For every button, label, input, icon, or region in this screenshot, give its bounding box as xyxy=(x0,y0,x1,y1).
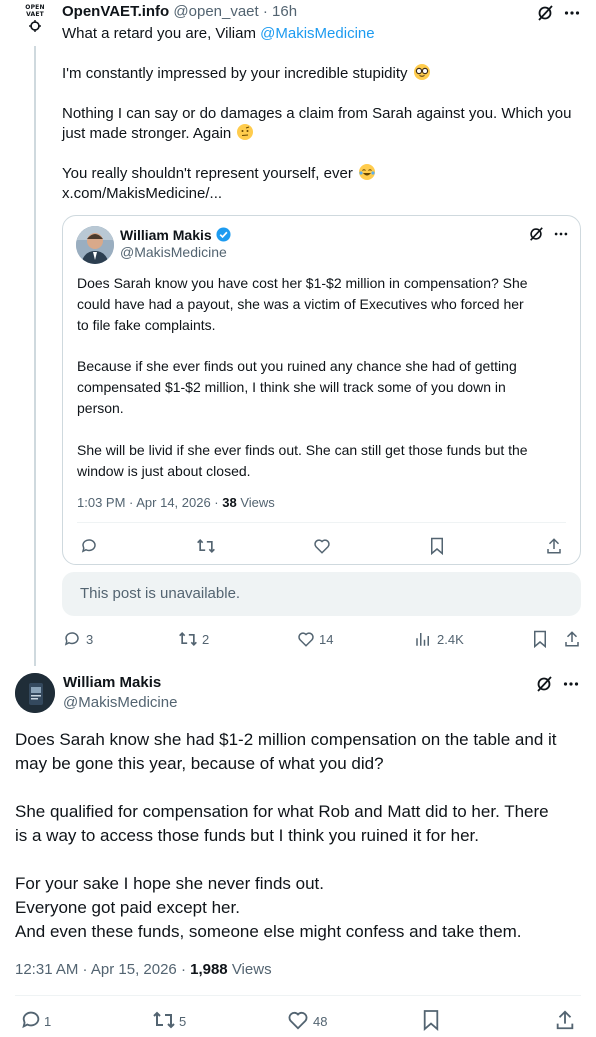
unavailable-post-notice: This post is unavailable. xyxy=(62,572,581,616)
tweet1-line-3: Nothing I can say or do damages a claim … xyxy=(62,105,572,122)
like-icon[interactable] xyxy=(297,630,315,648)
author-name[interactable]: OpenVAET.info xyxy=(62,3,169,20)
post-time[interactable]: 16h xyxy=(272,3,297,20)
quote-author-name[interactable]: William Makis xyxy=(120,227,212,243)
author-handle[interactable]: @open_vaet xyxy=(173,3,258,20)
tweet2-p3-line: Everyone got paid except her. xyxy=(15,898,240,917)
reply-count: 1 xyxy=(44,1014,52,1029)
views-icon[interactable] xyxy=(414,630,432,648)
mention-link[interactable]: @MakisMedicine xyxy=(260,25,374,42)
reply-icon[interactable] xyxy=(80,537,98,555)
quote-author-row: William Makis xyxy=(120,226,231,244)
openvaet-avatar[interactable]: OPEN VAET xyxy=(18,4,52,44)
reply-icon[interactable] xyxy=(20,1009,42,1031)
like-icon[interactable] xyxy=(313,537,331,555)
quote-p3-line: She will be livid if she ever finds out.… xyxy=(77,442,528,458)
bookmark-icon[interactable] xyxy=(429,537,445,555)
repost-icon[interactable] xyxy=(152,1009,176,1031)
quote-views-label: Views xyxy=(236,495,275,510)
grok-icon[interactable] xyxy=(536,4,554,22)
tweet2-p2-line: She qualified for compensation for what … xyxy=(15,802,549,821)
tweet2-p3-line: For your sake I hope she never finds out… xyxy=(15,874,325,893)
quote-author-avatar[interactable] xyxy=(76,226,114,264)
quote-timestamp-row: 1:03 PM · Apr 14, 2026 · 38 Views xyxy=(77,495,275,511)
share-icon[interactable] xyxy=(554,1009,576,1031)
quote-p3-line: window is just about closed. xyxy=(77,463,251,479)
quoted-post-card[interactable]: William Makis @MakisMedicine Does Sarah … xyxy=(62,215,581,565)
tweet1-line-5: You really shouldn't represent yourself,… xyxy=(62,164,375,184)
raised-eyebrow-emoji-icon xyxy=(237,124,254,140)
tweet2-paragraph-2: She qualified for compensation for what … xyxy=(15,800,549,848)
quote-paragraph-2: Because if she ever finds out you ruined… xyxy=(77,356,517,419)
grok-icon[interactable] xyxy=(535,675,553,693)
quote-divider xyxy=(77,522,566,523)
tweet1-header: OpenVAET.info @open_vaet · 16h xyxy=(62,2,297,22)
quoted-post-link[interactable]: x.com/MakisMedicine/... xyxy=(62,184,222,204)
quote-paragraph-3: She will be livid if she ever finds out.… xyxy=(77,440,528,482)
unavailable-text: This post is unavailable. xyxy=(80,585,241,602)
bookmark-icon[interactable] xyxy=(422,1009,440,1031)
quote-p2-line: compensated $1-$2 million, I think she w… xyxy=(77,379,506,395)
like-count: 48 xyxy=(313,1014,328,1029)
repost-count: 2 xyxy=(202,632,210,647)
thread-line xyxy=(34,46,36,666)
share-icon[interactable] xyxy=(563,630,581,648)
reply-icon[interactable] xyxy=(63,630,81,648)
quote-timestamp[interactable]: 1:03 PM · Apr 14, 2026 · xyxy=(77,495,222,510)
reply-count: 3 xyxy=(86,632,94,647)
tweet1-line-2: I'm constantly impressed by your incredi… xyxy=(62,64,430,84)
repost-count: 5 xyxy=(179,1014,187,1029)
tweet2-timestamp-row: 12:31 AM · Apr 15, 2026 · 1,988 Views xyxy=(15,960,272,980)
crosshair-logo-icon xyxy=(29,20,41,32)
quote-p1-line: could have had a payout, she was a victi… xyxy=(77,296,524,312)
post-timestamp[interactable]: 12:31 AM · Apr 15, 2026 · xyxy=(15,961,190,978)
bookmark-icon[interactable] xyxy=(532,630,548,648)
tweet1-line-4: just made stronger. Again xyxy=(62,124,254,144)
tweet1-line-4-text: just made stronger. Again xyxy=(62,125,232,142)
like-count: 14 xyxy=(319,632,334,647)
quote-p1-line: Does Sarah know you have cost her $1-$2 … xyxy=(77,275,528,291)
tears-of-joy-emoji-icon xyxy=(358,164,375,180)
tweet1-line-1-text: What a retard you are, Viliam xyxy=(62,25,261,42)
like-icon[interactable] xyxy=(287,1009,309,1031)
more-icon[interactable] xyxy=(563,4,581,22)
tweet2-divider xyxy=(15,995,581,996)
views-count: 2.4K xyxy=(437,632,464,647)
grok-icon[interactable] xyxy=(528,226,544,242)
post-views-count: 1,988 xyxy=(190,961,228,978)
share-icon[interactable] xyxy=(545,537,563,555)
tweet2-p3-line: And even these funds, someone else might… xyxy=(15,922,522,941)
verified-badge-icon xyxy=(216,227,231,242)
tweet1-line-5-text: You really shouldn't represent yourself,… xyxy=(62,165,353,182)
repost-icon[interactable] xyxy=(196,537,216,555)
tweet1-line-1: What a retard you are, Viliam @MakisMedi… xyxy=(62,24,375,44)
tweet2-p1-line: Does Sarah know she had $1-2 million com… xyxy=(15,730,557,749)
quote-p2-line: person. xyxy=(77,400,124,416)
header-separator: · xyxy=(258,3,273,20)
tweet2-paragraph-3: For your sake I hope she never finds out… xyxy=(15,872,522,944)
more-icon[interactable] xyxy=(553,226,569,242)
quote-p1-line: to file fake complaints. xyxy=(77,317,216,333)
tweet2-paragraph-1: Does Sarah know she had $1-2 million com… xyxy=(15,728,557,776)
tweet2-p1-line: may be gone this year, because of what y… xyxy=(15,754,384,773)
nerd-face-emoji-icon xyxy=(413,64,430,80)
logo-line-1: OPEN xyxy=(25,4,45,11)
author-avatar[interactable] xyxy=(15,673,55,713)
post-views-label: Views xyxy=(227,961,272,978)
tweet1-line-2-text: I'm constantly impressed by your incredi… xyxy=(62,65,408,82)
quote-views-count: 38 xyxy=(222,495,237,510)
quote-author-handle[interactable]: @MakisMedicine xyxy=(120,243,227,261)
quote-p2-line: Because if she ever finds out you ruined… xyxy=(77,358,517,374)
author-name[interactable]: William Makis xyxy=(63,673,161,693)
repost-icon[interactable] xyxy=(178,630,198,648)
logo-line-2: VAET xyxy=(26,11,44,18)
tweet2-p2-line: is a way to access those funds but I thi… xyxy=(15,826,479,845)
more-icon[interactable] xyxy=(562,675,580,693)
quote-paragraph-1: Does Sarah know you have cost her $1-$2 … xyxy=(77,273,528,336)
author-handle[interactable]: @MakisMedicine xyxy=(63,693,177,713)
